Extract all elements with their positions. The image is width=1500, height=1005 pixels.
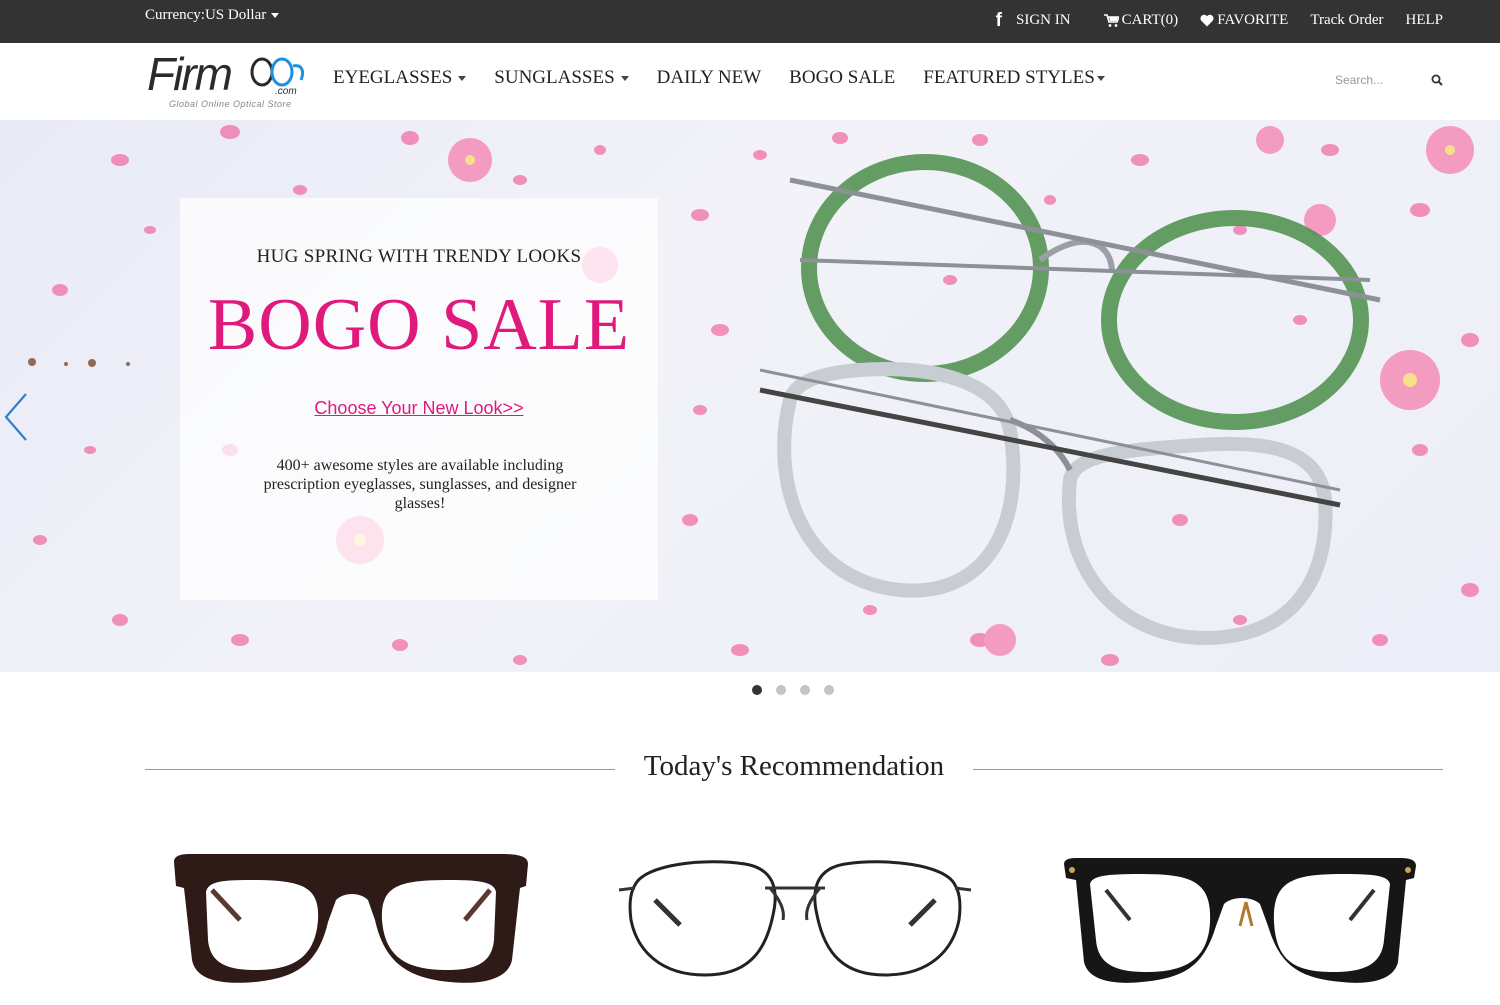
carousel-dots: [752, 685, 848, 695]
logo-domain: .com: [275, 86, 297, 97]
sign-in-link[interactable]: SIGN IN: [1016, 12, 1071, 29]
chevron-left-icon[interactable]: [2, 392, 30, 447]
top-links: f SIGN IN CART(0) FAVORITE Track Order H…: [996, 11, 1443, 30]
facebook-icon[interactable]: f: [996, 11, 1002, 30]
favorite-label: FAVORITE: [1217, 12, 1289, 28]
main-nav: EYEGLASSES SUNGLASSES DAILY NEW BOGO SAL…: [333, 67, 1133, 89]
carousel-dot[interactable]: [776, 685, 786, 695]
search-input[interactable]: [1335, 69, 1423, 91]
help-link[interactable]: HELP: [1406, 12, 1444, 29]
cart-link[interactable]: CART(0): [1103, 12, 1179, 29]
track-order-link[interactable]: Track Order: [1310, 12, 1383, 29]
logo-goggles-icon: [250, 57, 305, 87]
promo-panel: HUG SPRING WITH TRENDY LOOKS BOGO SALE C…: [180, 198, 658, 600]
nav-featured-styles[interactable]: FEATURED STYLES: [923, 67, 1105, 89]
choose-look-link[interactable]: Choose Your New Look>>: [180, 398, 658, 419]
promo-title: BOGO SALE: [207, 284, 631, 366]
logo-wordmark: Firm: [147, 48, 233, 100]
nav-bogo-sale[interactable]: BOGO SALE: [789, 67, 895, 89]
product-card[interactable]: [1050, 830, 1430, 1000]
clear-glasses: [759, 362, 1341, 646]
chevron-down-icon: [271, 13, 280, 19]
hero-banner[interactable]: HUG SPRING WITH TRENDY LOOKS BOGO SALE C…: [0, 120, 1500, 672]
main-header: Firm .com Global Online Optical Store EY…: [0, 43, 1500, 120]
section-divider-left: [145, 769, 615, 770]
carousel-dot[interactable]: [752, 685, 762, 695]
nav-label: DAILY NEW: [656, 67, 762, 88]
chevron-down-icon: [458, 75, 467, 81]
search-box: [1335, 69, 1445, 93]
promo-subtitle: HUG SPRING WITH TRENDY LOOKS: [256, 246, 582, 267]
currency-label: Currency:US Dollar: [145, 7, 267, 23]
cart-icon: [1103, 13, 1119, 28]
heart-icon: [1200, 14, 1214, 27]
cart-label: CART(0): [1121, 12, 1179, 28]
chevron-down-icon: [1096, 75, 1105, 81]
favorite-link[interactable]: FAVORITE: [1200, 12, 1288, 29]
nav-eyeglasses[interactable]: EYEGLASSES: [333, 67, 467, 89]
nav-daily-new[interactable]: DAILY NEW: [657, 67, 762, 89]
product-image-round-metal-glasses: [618, 860, 972, 977]
currency-selector[interactable]: Currency:US Dollar: [145, 7, 280, 24]
nav-label: FEATURED STYLES: [923, 67, 1095, 88]
product-image-black-square-glasses: [1064, 858, 1416, 983]
chevron-down-icon: [620, 75, 629, 81]
site-logo[interactable]: Firm .com Global Online Optical Store: [145, 51, 310, 113]
nav-sunglasses[interactable]: SUNGLASSES: [494, 67, 629, 89]
section-title: Today's Recommendation: [643, 750, 945, 782]
nav-label: BOGO SALE: [789, 67, 896, 88]
product-card[interactable]: [160, 830, 540, 1000]
product-card[interactable]: [605, 830, 985, 1000]
top-bar: Currency:US Dollar f SIGN IN CART(0) FAV…: [0, 0, 1500, 43]
product-image-tortoise-glasses: [174, 854, 528, 983]
promo-description: 400+ awesome styles are available includ…: [263, 457, 577, 512]
nav-label: SUNGLASSES: [494, 67, 615, 88]
nav-label: EYEGLASSES: [333, 67, 453, 88]
section-divider-right: [973, 769, 1443, 770]
search-icon[interactable]: [1431, 73, 1443, 91]
logo-tagline: Global Online Optical Store: [169, 99, 292, 109]
carousel-dot[interactable]: [824, 685, 834, 695]
green-glasses: [789, 154, 1381, 430]
carousel-dot[interactable]: [800, 685, 810, 695]
